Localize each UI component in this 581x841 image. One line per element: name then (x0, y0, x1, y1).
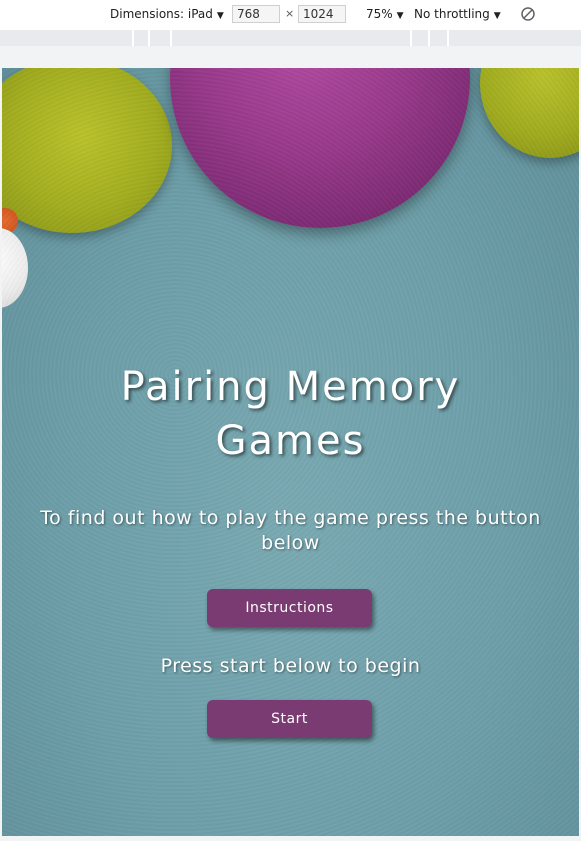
start-button[interactable]: Start (207, 700, 372, 738)
dimensions-select[interactable]: Dimensions: iPad ▼ (110, 7, 224, 21)
ruler-tick (410, 30, 412, 46)
ruler-tick (148, 30, 150, 46)
width-input[interactable] (232, 5, 280, 23)
instructions-prompt: To find out how to play the game press t… (40, 507, 541, 554)
toolbar-gap (0, 46, 581, 68)
ruler-tick (428, 30, 430, 46)
throttling-select[interactable]: No throttling ▼ (414, 7, 501, 21)
page-title: Pairing Memory Games (120, 364, 461, 464)
ruler-tick (132, 30, 134, 46)
height-input[interactable] (298, 5, 346, 23)
times-separator: × (285, 7, 295, 20)
rotate-icon[interactable] (520, 6, 536, 22)
start-prompt: Press start below to begin (160, 655, 421, 677)
throttling-label: No throttling (414, 7, 490, 21)
zoom-label: 75% (366, 7, 393, 21)
media-query-ruler[interactable] (0, 30, 581, 46)
zoom-caret-icon: ▼ (396, 11, 404, 21)
bottom-gap (0, 836, 581, 841)
ruler-tick (447, 30, 449, 46)
ruler-tick (170, 30, 172, 46)
zoom-select[interactable]: 75% ▼ (366, 7, 404, 21)
instructions-button[interactable]: Instructions (207, 589, 372, 627)
page-viewport: Pairing Memory Games To find out how to … (2, 68, 579, 836)
main-content: Pairing Memory Games To find out how to … (2, 68, 579, 836)
dimensions-label: Dimensions: iPad (110, 7, 213, 21)
dimensions-caret-icon: ▼ (216, 11, 224, 21)
throttling-caret-icon: ▼ (493, 11, 501, 21)
device-toolbar: Dimensions: iPad▼ × 75%▼ No throttling▼ (0, 0, 581, 30)
